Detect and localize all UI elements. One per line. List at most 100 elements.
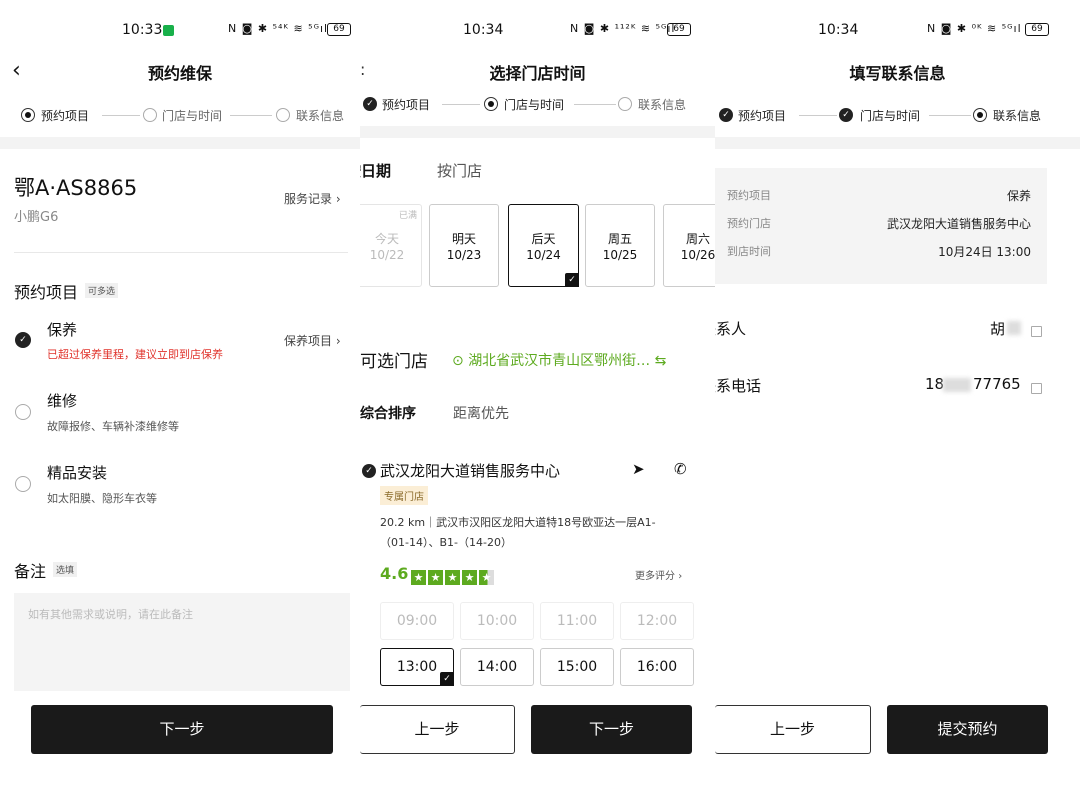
step-connector	[929, 115, 971, 116]
step-connector	[102, 115, 140, 116]
next-button[interactable]: 下一步	[31, 705, 333, 754]
half-star-icon: ★	[479, 570, 494, 585]
status-time: 10:34	[818, 22, 859, 38]
summary-card: 预约项目 保养 预约门店 武汉龙阳大道销售服务中心 到店时间 10月24日 13…	[715, 168, 1047, 284]
status-icons: N ◙ ✱ ⁰ᴷ ≋ ⁵ᴳıl	[927, 22, 1022, 35]
page-title: 选择门店时间	[489, 64, 586, 83]
location-text: 湖北省武汉市青山区鄂州街…	[468, 353, 651, 369]
time-slot[interactable]: 14:00	[460, 648, 534, 686]
time-slot-label: 13:00	[396, 659, 438, 675]
date-value: 10/24	[526, 248, 561, 262]
item-repair-desc: 故障报修、车辆补漆维修等	[47, 420, 179, 433]
service-record-label: 服务记录	[284, 192, 333, 206]
rating-stars: ★ ★ ★ ★ ★	[411, 566, 496, 585]
chevron-right-icon: ›	[335, 192, 341, 206]
next-button[interactable]: 下一步	[531, 705, 692, 754]
date-option[interactable]: 周五 10/25	[585, 204, 655, 287]
remark-title: 备注	[14, 562, 47, 581]
phone-prefix[interactable]: 18	[925, 375, 944, 393]
step-1-radio-icon	[21, 108, 35, 122]
step-1-label: 预约项目	[382, 98, 431, 112]
star-icon: ★	[445, 570, 460, 585]
step-3-label: 联系信息	[638, 98, 687, 112]
item-maintenance-name: 保养	[47, 321, 78, 339]
submit-button[interactable]: 提交预约	[887, 705, 1048, 754]
step-3-label: 联系信息	[993, 109, 1042, 123]
date-option-selected[interactable]: 后天 10/24 ✓	[508, 204, 579, 287]
section-title: 预约项目	[14, 283, 79, 302]
tab-by-date[interactable]: 按日期	[360, 160, 391, 181]
time-slot-selected[interactable]: 13:00 ✓	[380, 648, 454, 686]
summary-label: 预约门店	[727, 217, 771, 230]
date-day-label: 明天	[451, 232, 476, 246]
wechat-notification-icon	[163, 25, 174, 36]
maintenance-items-label: 保养项目	[284, 334, 333, 348]
status-time: 10:33	[122, 22, 163, 38]
step-1-label: 预约项目	[738, 109, 787, 123]
summary-label: 到店时间	[727, 245, 771, 258]
maintenance-items-link[interactable]: 保养项目 ›	[284, 332, 341, 349]
star-icon: ★	[411, 570, 426, 585]
date-full-tag: 已满	[398, 211, 417, 221]
step-3-label: 联系信息	[296, 109, 345, 123]
prev-button[interactable]: 上一步	[360, 705, 515, 754]
time-slot[interactable]: 16:00	[620, 648, 694, 686]
time-slot[interactable]: 09:00	[380, 602, 454, 640]
page-title: 填写联系信息	[849, 64, 946, 83]
date-value: 10/22	[369, 248, 405, 262]
step-2-radio-icon	[484, 97, 498, 111]
step-1-done-icon: ✓	[363, 97, 377, 111]
phone-icon[interactable]: ✆	[674, 460, 687, 478]
status-icons: N ◙ ✱ ⁵⁴ᴷ ≋ ⁵ᴳıl	[228, 22, 329, 35]
edit-icon[interactable]	[1031, 322, 1042, 341]
screen-select-store-time: 10:34 N ◙ ✱ ¹¹²ᴷ ≋ ⁵ᴳıl 69 : 选择门店时间 ✓ 预约…	[360, 0, 715, 810]
summary-value: 保养	[1006, 189, 1031, 203]
date-option[interactable]: 明天 10/23	[429, 204, 499, 287]
date-option[interactable]: 周六 10/26	[663, 204, 715, 287]
item-accessory-checkbox[interactable]	[15, 476, 31, 492]
optional-tag: 选填	[53, 562, 78, 577]
phone-suffix[interactable]: 77765	[973, 375, 1021, 393]
store-address-line1: 20.2 km｜武汉市汉阳区龙阳大道特18号欧亚达一层A1-	[380, 516, 656, 529]
date-value: 10/25	[602, 248, 638, 262]
prev-button[interactable]: 上一步	[715, 705, 871, 754]
edit-icon[interactable]	[1031, 379, 1042, 398]
redacted-blur	[1007, 321, 1021, 335]
time-slot[interactable]: 11:00	[540, 602, 614, 640]
more-reviews-label: 更多评分	[635, 571, 675, 582]
multi-select-tag: 可多选	[85, 283, 119, 298]
item-maintenance-checkbox[interactable]: ✓	[15, 332, 31, 348]
date-option[interactable]: 已满 今天 10/22	[360, 204, 422, 287]
navigate-icon[interactable]: ➤	[632, 460, 645, 478]
phone-label: 联系电话	[715, 377, 762, 395]
tab-by-store[interactable]: 按门店	[437, 160, 482, 181]
more-reviews-link[interactable]: 更多评分 ›	[635, 567, 682, 582]
time-slot[interactable]: 10:00	[460, 602, 534, 640]
contact-value[interactable]: 胡	[990, 318, 1005, 339]
sort-comprehensive[interactable]: 综合排序	[360, 403, 416, 423]
store-name: 武汉龙阳大道销售服务中心	[380, 462, 561, 480]
divider-band	[360, 126, 715, 138]
location-selector[interactable]: ⊙ 湖北省武汉市青山区鄂州街… ⇆	[452, 350, 666, 370]
store-selected-icon[interactable]: ✓	[362, 464, 376, 478]
service-record-link[interactable]: 服务记录 ›	[284, 190, 341, 207]
divider-band	[0, 137, 360, 149]
check-icon: ✓	[565, 273, 579, 287]
time-slot[interactable]: 12:00	[620, 602, 694, 640]
step-3-radio-icon	[973, 108, 987, 122]
swap-icon: ⇆	[654, 353, 667, 369]
step-1-label: 预约项目	[41, 109, 90, 123]
step-connector	[574, 104, 616, 105]
item-repair-checkbox[interactable]	[15, 404, 31, 420]
sort-distance[interactable]: 距离优先	[453, 403, 509, 423]
license-plate: 鄂A·AS8865	[14, 176, 138, 200]
step-connector	[442, 104, 480, 105]
remark-textarea[interactable]: 如有其他需求或说明，请在此备注	[14, 593, 350, 691]
step-connector	[799, 115, 837, 116]
divider-band	[715, 137, 1080, 149]
page-title: 预约维保	[147, 64, 212, 83]
time-slot[interactable]: 15:00	[540, 648, 614, 686]
summary-label: 预约项目	[727, 189, 771, 202]
item-accessory-desc: 如太阳膜、隐形车衣等	[47, 492, 157, 505]
date-value: 10/23	[446, 248, 482, 262]
